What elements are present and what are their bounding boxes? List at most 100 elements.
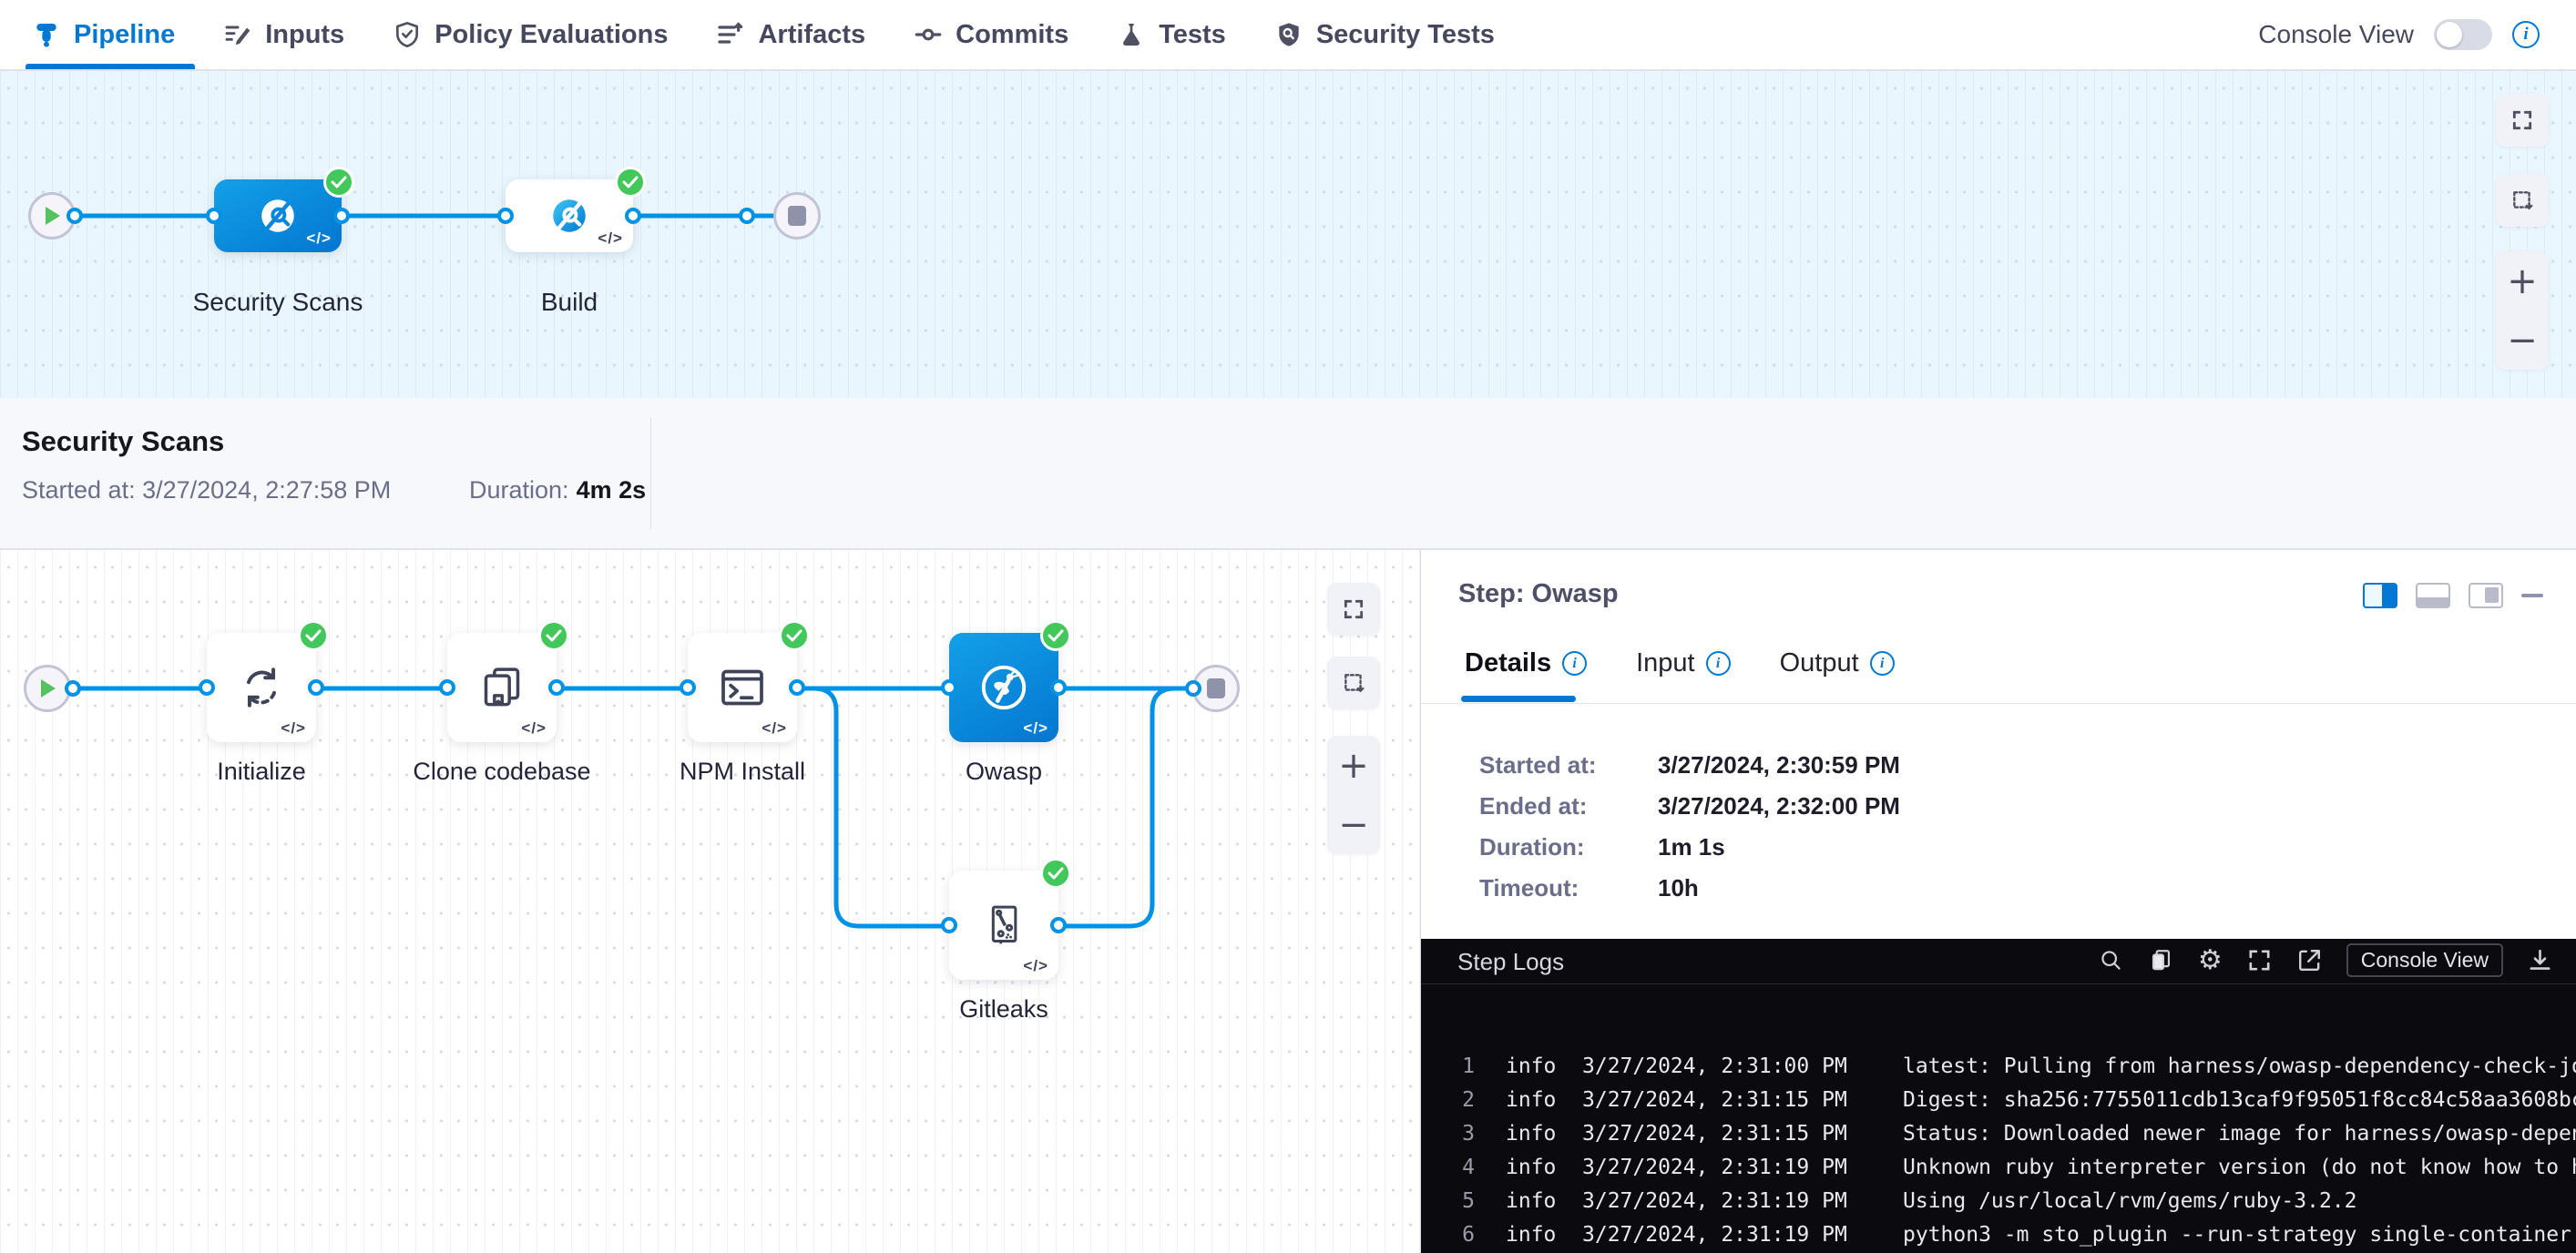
console-view-toggle[interactable] xyxy=(2434,19,2492,50)
connector-port xyxy=(333,208,350,224)
stage-graph-canvas[interactable]: </> Security Scans </> xyxy=(0,71,2576,398)
connector-port xyxy=(1050,917,1067,933)
step-label: Clone codebase xyxy=(413,758,590,786)
download-icon[interactable] xyxy=(2527,947,2553,973)
open-external-icon[interactable] xyxy=(2296,947,2323,973)
layout-floating-panel-icon[interactable] xyxy=(2469,583,2503,608)
stage-info-title: Security Scans xyxy=(22,425,224,458)
detail-label: Duration: xyxy=(1479,833,1658,861)
code-icon: </> xyxy=(306,229,332,248)
step-card[interactable]: </> xyxy=(949,633,1058,742)
stage-node-build[interactable]: </> Build xyxy=(506,179,633,252)
log-message: Using /usr/local/rvm/gems/ruby-3.2.2 xyxy=(1903,1185,2576,1218)
nav-right-controls: Console View i xyxy=(2258,19,2545,50)
layout-right-panel-icon[interactable] xyxy=(2363,583,2397,608)
stage-fullscreen-button[interactable] xyxy=(2496,94,2549,147)
duration-value: 4m 2s xyxy=(577,476,647,504)
log-level: info xyxy=(1506,1084,1573,1117)
log-timestamp: 3/27/2024, 2:31:19 PM xyxy=(1582,1185,1903,1218)
code-icon: </> xyxy=(521,719,547,738)
play-icon xyxy=(37,677,57,699)
stage-label: Security Scans xyxy=(193,288,363,317)
tab-tests[interactable]: Tests xyxy=(1116,0,1226,69)
console-view-button[interactable]: Console View xyxy=(2346,943,2503,977)
tab-policy-evaluations[interactable]: Policy Evaluations xyxy=(392,0,668,69)
connector-port xyxy=(308,679,324,696)
step-node-clone-codebase[interactable]: </> Clone codebase xyxy=(447,633,557,742)
log-level: info xyxy=(1506,1050,1573,1084)
tab-security-tests[interactable]: Security Tests xyxy=(1273,0,1495,69)
search-icon[interactable] xyxy=(2098,947,2124,973)
detail-value: 3/27/2024, 2:30:59 PM xyxy=(1658,751,1900,779)
step-logs-title: Step Logs xyxy=(1457,948,1564,976)
step-logs-toolbar: ⚙ Console View xyxy=(2098,943,2553,977)
zoom-in-button[interactable]: + xyxy=(1338,748,1369,784)
tab-artifacts[interactable]: Artifacts xyxy=(715,0,865,69)
minimize-panel-icon[interactable] xyxy=(2521,594,2543,597)
step-node-gitleaks[interactable]: </> Gitleaks xyxy=(949,871,1058,980)
info-icon[interactable]: i xyxy=(1562,651,1587,676)
step-zoom-controls: + − xyxy=(1327,736,1380,854)
detail-label: Ended at: xyxy=(1479,792,1658,820)
log-line: 1info3/27/2024, 2:31:00 PMlatest: Pullin… xyxy=(1442,1050,2576,1084)
copy-icon[interactable] xyxy=(2148,947,2174,973)
connector-port xyxy=(199,679,215,696)
log-level: info xyxy=(1506,1117,1573,1151)
zoom-out-button[interactable]: − xyxy=(1338,807,1369,843)
fullscreen-icon[interactable] xyxy=(2246,947,2273,973)
step-card[interactable]: </> xyxy=(949,871,1058,980)
detail-value: 3/27/2024, 2:32:00 PM xyxy=(1658,792,1900,820)
step-node-npm-install[interactable]: </> NPM Install xyxy=(688,633,797,742)
log-line-number: 1 xyxy=(1442,1050,1475,1084)
tab-label: Security Tests xyxy=(1316,20,1495,50)
info-icon[interactable]: i xyxy=(1706,651,1731,676)
step-node-initialize[interactable]: </> Initialize xyxy=(207,633,316,742)
detail-value: 1m 1s xyxy=(1658,833,1725,861)
log-message: Unknown ruby interpreter version (do not… xyxy=(1903,1151,2576,1185)
log-message: python3 -m sto_plugin --run-strategy sin… xyxy=(1903,1218,2576,1252)
success-check-icon xyxy=(615,167,646,198)
log-message: Status: Downloaded newer image for harne… xyxy=(1903,1117,2576,1151)
active-tab-indicator xyxy=(26,64,195,69)
step-card[interactable]: </> xyxy=(447,633,557,742)
security-scan-icon xyxy=(254,192,302,239)
step-logs-panel: Step Logs ⚙ Console View 1 info 3/27/2024,… xyxy=(1421,939,2576,1253)
tab-input[interactable]: Input i xyxy=(1636,648,1731,678)
inputs-icon xyxy=(222,19,253,50)
stage-marquee-select-button[interactable] xyxy=(2496,174,2549,227)
stage-card[interactable]: </> xyxy=(214,179,342,252)
info-icon[interactable]: i xyxy=(2512,21,2540,48)
layout-bottom-panel-icon[interactable] xyxy=(2416,583,2450,608)
log-timestamp: 3/27/2024, 2:31:19 PM xyxy=(1582,1218,1903,1252)
tab-pipeline[interactable]: Pipeline xyxy=(31,0,175,69)
info-icon[interactable]: i xyxy=(1870,651,1895,676)
tab-output[interactable]: Output i xyxy=(1780,648,1895,678)
tab-details[interactable]: Details i xyxy=(1465,648,1587,678)
stage-node-security-scans[interactable]: </> Security Scans xyxy=(214,179,342,252)
success-check-icon xyxy=(779,620,810,651)
code-icon: </> xyxy=(281,719,306,738)
step-node-owasp[interactable]: </> Owasp xyxy=(949,633,1058,742)
tab-label: Commits xyxy=(956,20,1068,50)
play-icon xyxy=(42,205,62,227)
stage-label: Build xyxy=(541,288,598,317)
tab-commits[interactable]: Commits xyxy=(913,0,1068,69)
stage-duration: Duration:4m 2s xyxy=(469,476,646,504)
connector-port xyxy=(789,679,805,696)
divider xyxy=(1421,703,2576,704)
zoom-out-button[interactable]: − xyxy=(2507,322,2538,359)
stage-card[interactable]: </> xyxy=(506,179,633,252)
step-graph-canvas[interactable]: </> Initialize </> xyxy=(0,550,1420,1253)
step-panel-tabs: Details i Input i Output i xyxy=(1465,648,1895,678)
settings-gear-icon[interactable]: ⚙ xyxy=(2198,947,2223,974)
step-marquee-select-button[interactable] xyxy=(1327,657,1380,709)
connector-port xyxy=(65,680,81,697)
tab-label: Output xyxy=(1780,648,1859,678)
step-card[interactable]: </> xyxy=(688,633,797,742)
tab-inputs[interactable]: Inputs xyxy=(222,0,344,69)
detail-label: Started at: xyxy=(1479,751,1658,779)
step-fullscreen-button[interactable] xyxy=(1327,583,1380,636)
zoom-in-button[interactable]: + xyxy=(2507,263,2538,300)
log-timestamp: 3/27/2024, 2:31:15 PM xyxy=(1582,1117,1903,1151)
step-card[interactable]: </> xyxy=(207,633,316,742)
